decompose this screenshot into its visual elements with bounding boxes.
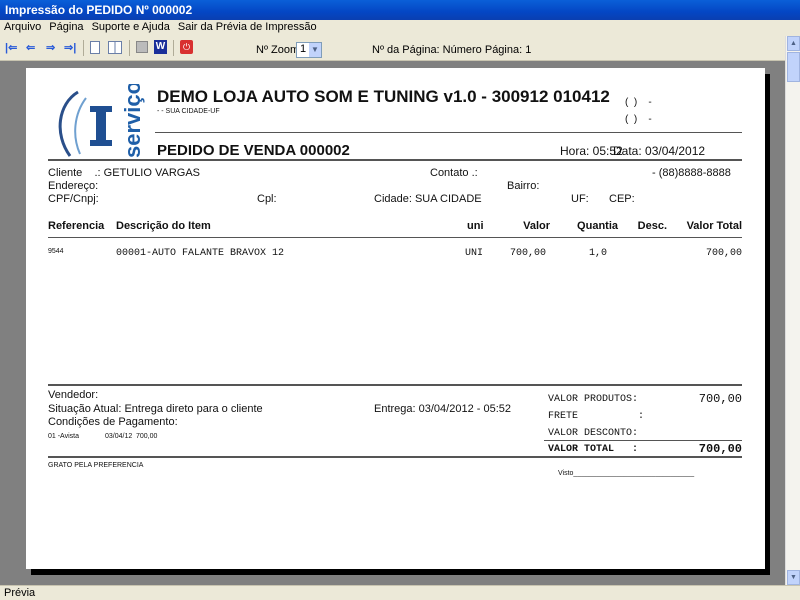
thanks-message: GRATO PELA PREFERENCIA — [48, 462, 144, 469]
total-value: 700,00 — [698, 442, 742, 456]
total-produtos-value: 700,00 — [698, 392, 742, 406]
payment-value: 700,00 — [136, 433, 158, 440]
vertical-scrollbar[interactable]: ▲ ▼ — [785, 36, 800, 585]
city: Cidade: SUA CIDADE — [374, 193, 482, 205]
address-label: Endereço: — [48, 180, 99, 192]
item-ref: 9544 — [48, 248, 64, 255]
phone-1: ( ) - — [625, 97, 652, 108]
scroll-up-button[interactable]: ▲ — [787, 36, 800, 51]
col-uni: uni — [467, 220, 484, 232]
phone-2: ( ) - — [625, 114, 652, 125]
first-page-icon[interactable]: |⇐ — [5, 41, 17, 54]
word-export-icon[interactable]: W — [154, 40, 167, 54]
desconto-label: VALOR DESCONTO: — [548, 428, 639, 439]
menu-bar: Arquivo Página Suporte e Ajuda Sair da Prév… — [0, 20, 800, 36]
item-valor: 700,00 — [509, 248, 546, 259]
zoom-value: 1 — [300, 43, 307, 55]
cep-label: CEP: — [609, 193, 635, 205]
payment-date: 03/04/12 — [105, 433, 133, 440]
svg-text:serviço: serviço — [120, 84, 145, 158]
neighborhood-label: Bairro: — [507, 180, 540, 192]
zoom-label: Nº Zoom — [256, 44, 300, 56]
menu-arquivo[interactable]: Arquivo — [0, 20, 45, 33]
col-desc: Desc. — [637, 220, 667, 232]
frete-label: FRETE : — [548, 411, 645, 422]
total-label: VALOR TOTAL : — [548, 444, 639, 455]
prev-page-icon[interactable]: ⇐ — [26, 41, 35, 54]
status-bar: Prévia — [0, 585, 800, 600]
signature-line: Visto_______________________________ — [558, 470, 695, 477]
payment-type: 01 -Avista — [48, 433, 79, 440]
cpl-label: Cpl: — [257, 193, 277, 205]
status-text: Prévia — [4, 587, 36, 599]
two-pages-icon[interactable] — [108, 41, 122, 54]
scroll-down-button[interactable]: ▼ — [787, 570, 800, 585]
single-page-icon[interactable] — [90, 41, 100, 54]
item-total: 700,00 — [705, 248, 742, 259]
printer-icon[interactable] — [136, 41, 148, 53]
col-descricao: Descrição do Item — [116, 220, 211, 232]
col-valor: Valor — [523, 220, 550, 232]
item-uni: UNI — [465, 248, 484, 259]
last-page-icon[interactable]: ⇒| — [64, 41, 76, 54]
window-title: Impressão do PEDIDO Nº 000002 — [5, 3, 193, 17]
client-name: Cliente .: GETULIO VARGAS — [48, 167, 201, 179]
uf-label: UF: — [571, 193, 589, 205]
delivery-date: Entrega: 03/04/2012 - 05:52 — [374, 403, 511, 415]
company-address: - - SUA CIDADE-UF — [157, 108, 220, 115]
window-title-bar: Impressão do PEDIDO Nº 000002 — [0, 0, 800, 20]
contact-label: Contato .: — [430, 167, 478, 179]
menu-sair-previa[interactable]: Sair da Prévia de Impressão — [174, 20, 321, 33]
service-logo: serviço — [58, 84, 145, 158]
page-number-label: Nº da Página: Número Página: 1 — [372, 44, 532, 56]
col-referencia: Referencia — [48, 220, 105, 232]
order-status: Situação Atual: Entrega direto para o cl… — [48, 403, 263, 415]
menu-pagina[interactable]: Página — [45, 20, 87, 33]
cpf-label: CPF/Cnpj: — [48, 193, 99, 205]
order-date: Data: 03/04/2012 — [613, 144, 706, 158]
col-quantia: Quantia — [577, 220, 618, 232]
next-page-icon[interactable]: ⇒ — [46, 41, 55, 54]
seller-label: Vendedor: — [48, 389, 99, 401]
close-power-icon[interactable]: ⏻ — [180, 40, 193, 54]
order-title: PEDIDO DE VENDA 000002 — [157, 142, 350, 159]
scroll-thumb[interactable] — [787, 52, 800, 82]
total-produtos-label: VALOR PRODUTOS: — [548, 394, 639, 405]
item-qtd: 1,0 — [588, 248, 607, 259]
report-page: serviço DEMO LOJA AUTO SOM E TUNING v1.0… — [26, 68, 765, 569]
payment-conditions-label: Condições de Pagamento: — [48, 416, 178, 428]
client-phone: - (88)8888-8888 — [652, 167, 731, 179]
menu-suporte[interactable]: Suporte e Ajuda — [88, 20, 174, 33]
item-desc: 00001-AUTO FALANTE BRAVOX 12 — [116, 248, 285, 259]
company-name: DEMO LOJA AUTO SOM E TUNING v1.0 - 30091… — [157, 87, 610, 106]
col-valor-total: Valor Total — [686, 220, 742, 232]
zoom-select[interactable]: 1 ▼ — [296, 42, 322, 58]
chevron-down-icon: ▼ — [309, 43, 321, 57]
toolbar: |⇐ ⇐ ⇒ ⇒| W ⏻ Nº Zoom 1 ▼ Nº da Página: N… — [0, 36, 785, 61]
